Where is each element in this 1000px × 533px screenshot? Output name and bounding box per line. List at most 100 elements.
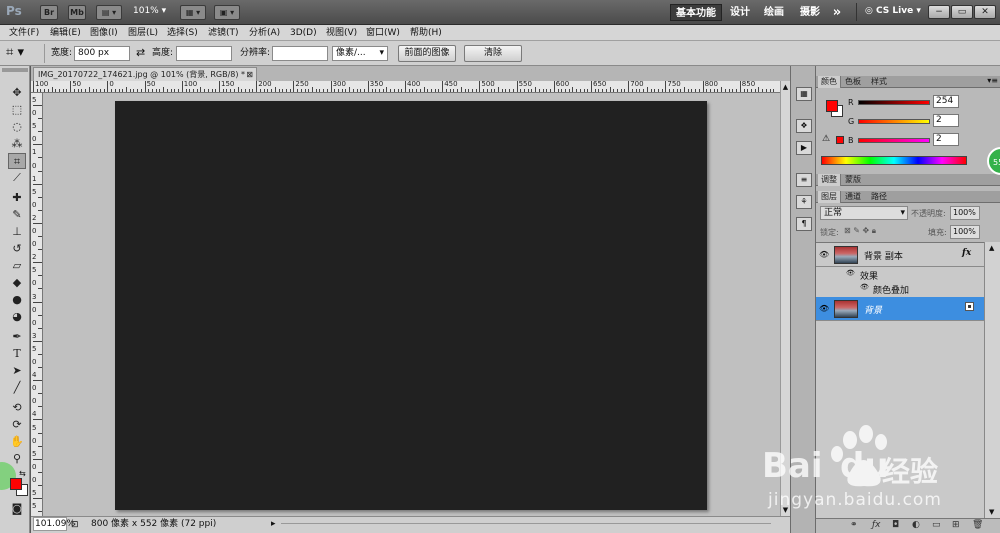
- clone-source-icon[interactable]: ⚘: [796, 195, 812, 209]
- zoom-field[interactable]: 101.09%: [33, 517, 75, 531]
- visibility-eye-icon[interactable]: 👁︎: [819, 250, 829, 259]
- crop-tool-icon[interactable]: ⌗: [8, 153, 26, 169]
- effect-eye-icon[interactable]: 👁︎: [846, 269, 855, 277]
- g-value-input[interactable]: 2: [933, 114, 959, 127]
- layer-row-selected[interactable]: 👁︎ 背景 ▪: [816, 297, 1000, 321]
- tab-color[interactable]: 颜色: [818, 76, 841, 88]
- resolution-unit-select[interactable]: 像素/... ▾: [332, 46, 388, 61]
- link-layers-icon[interactable]: ⚭: [850, 520, 858, 530]
- swap-colors-icon[interactable]: ⇆: [19, 469, 26, 478]
- gamut-color-swatch[interactable]: [836, 136, 844, 144]
- bridge-button[interactable]: Br: [40, 5, 58, 20]
- resolution-input[interactable]: [272, 46, 328, 61]
- visibility-eye-icon[interactable]: 👁︎: [819, 304, 829, 313]
- menu-view[interactable]: 视图(V): [326, 26, 357, 40]
- menu-help[interactable]: 帮助(H): [410, 26, 442, 40]
- image-canvas[interactable]: [115, 101, 707, 510]
- blend-mode-select[interactable]: 正常 ▾: [820, 206, 908, 220]
- menu-filter[interactable]: 滤镜(T): [208, 26, 239, 40]
- tab-channels[interactable]: 通道: [842, 191, 864, 203]
- 3d-rotate-tool-icon[interactable]: ⟲: [8, 400, 26, 416]
- mini-bridge-button[interactable]: Mb: [68, 5, 86, 20]
- menu-image[interactable]: 图像(I): [90, 26, 118, 40]
- move-tool-icon[interactable]: ✥: [8, 85, 26, 101]
- eyedropper-tool-icon[interactable]: ⟋: [8, 170, 26, 186]
- pen-tool-icon[interactable]: ✒: [8, 329, 26, 345]
- tab-masks[interactable]: 蒙版: [842, 174, 864, 186]
- layer-name[interactable]: 背景: [864, 303, 882, 316]
- clear-button[interactable]: 清除: [464, 45, 522, 62]
- r-value-input[interactable]: 254: [933, 95, 959, 108]
- history-icon[interactable]: ❖: [796, 119, 812, 133]
- menu-edit[interactable]: 编辑(E): [50, 26, 81, 40]
- paint-bucket-tool-icon[interactable]: ◆: [8, 275, 26, 291]
- horizontal-scrollbar[interactable]: [281, 523, 771, 527]
- clone-stamp-tool-icon[interactable]: ⊥: [8, 224, 26, 240]
- effect-item-row[interactable]: 👁︎ 颜色叠加: [816, 282, 984, 296]
- menu-file[interactable]: 文件(F): [9, 26, 39, 40]
- dodge-tool-icon[interactable]: ◕: [8, 309, 26, 325]
- vertical-ruler[interactable]: 5 0 5 0 1 0 1 5 0 2 0 0 2 5 0 3 0 0 3 5 0 4 0 0 4 5 0 5 0 0 5 5: [31, 93, 43, 516]
- paragraph-icon[interactable]: ¶: [796, 217, 812, 231]
- adjustment-layer-icon[interactable]: ◐: [912, 520, 920, 530]
- 3d-orbit-tool-icon[interactable]: ⟳: [8, 417, 26, 433]
- lasso-tool-icon[interactable]: ◌: [8, 119, 26, 135]
- height-input[interactable]: [176, 46, 232, 61]
- restore-button[interactable]: ▭: [951, 5, 973, 19]
- add-mask-icon[interactable]: ◘: [892, 520, 899, 530]
- workspace-photography[interactable]: 摄影: [796, 4, 824, 21]
- quick-select-tool-icon[interactable]: ⁂: [8, 136, 26, 152]
- g-slider[interactable]: [858, 119, 930, 124]
- zoom-level-dropdown[interactable]: 101% ▾: [133, 6, 166, 16]
- minimize-button[interactable]: −: [928, 5, 950, 19]
- tab-styles[interactable]: 样式: [868, 76, 890, 88]
- panel-menu-icon[interactable]: ▾≡: [987, 76, 998, 85]
- workspace-painting[interactable]: 绘画: [760, 4, 788, 21]
- screen-mode-button[interactable]: ▣ ▾: [214, 5, 240, 20]
- canvas-area[interactable]: [43, 93, 780, 516]
- line-tool-icon[interactable]: ╱: [8, 380, 26, 396]
- menu-analysis[interactable]: 分析(A): [249, 26, 280, 40]
- tab-adjustments[interactable]: 调整: [818, 174, 841, 186]
- history-brush-tool-icon[interactable]: ↺: [8, 241, 26, 257]
- gamut-warning-icon[interactable]: ⚠: [822, 134, 830, 144]
- b-slider[interactable]: [858, 138, 930, 143]
- tab-layers[interactable]: 图层: [818, 191, 841, 203]
- hand-tool-icon[interactable]: ✋: [8, 434, 26, 450]
- scroll-up-icon[interactable]: ▲: [781, 83, 790, 91]
- new-group-icon[interactable]: ▭: [932, 520, 941, 530]
- b-value-input[interactable]: 2: [933, 133, 959, 146]
- workspace-design[interactable]: 设计: [726, 4, 754, 21]
- menu-window[interactable]: 窗口(W): [366, 26, 400, 40]
- view-extras-button[interactable]: ▤ ▾: [96, 5, 122, 20]
- arrange-documents-button[interactable]: ▦ ▾: [180, 5, 206, 20]
- status-info-icon[interactable]: ⊡: [71, 518, 79, 533]
- horizontal-ruler[interactable]: 100 50 0 50 100 150 200 250 300 350 400 450 500 550 60…: [31, 81, 780, 93]
- layer-name[interactable]: 背景 副本: [864, 249, 903, 262]
- navigator-icon[interactable]: ▦: [796, 87, 812, 101]
- blur-tool-icon[interactable]: ●: [8, 292, 26, 308]
- close-button[interactable]: ✕: [974, 5, 996, 19]
- crop-tool-preset-icon[interactable]: ⌗ ▾: [6, 45, 24, 60]
- add-style-icon[interactable]: ƒx: [872, 520, 881, 530]
- menu-layer[interactable]: 图层(L): [128, 26, 158, 40]
- color-panel-foreground-swatch[interactable]: [826, 100, 838, 112]
- delete-layer-icon[interactable]: 🗑︎: [972, 520, 983, 530]
- status-menu-arrow-icon[interactable]: ▸: [271, 517, 276, 532]
- tab-swatches[interactable]: 色板: [842, 76, 864, 88]
- color-spectrum-bar[interactable]: [821, 156, 967, 165]
- menu-3d[interactable]: 3D(D): [290, 26, 317, 40]
- tab-paths[interactable]: 路径: [868, 191, 890, 203]
- workspace-essentials[interactable]: 基本功能: [670, 4, 722, 21]
- front-image-button[interactable]: 前面的图像: [398, 45, 456, 62]
- quick-mask-icon[interactable]: ◙: [8, 501, 26, 517]
- opacity-input[interactable]: 100%: [950, 206, 980, 220]
- effect-item-eye-icon[interactable]: 👁︎: [860, 283, 869, 291]
- tools-grip[interactable]: [2, 68, 28, 72]
- layer-effects-fx-icon[interactable]: fx: [962, 248, 971, 258]
- new-layer-icon[interactable]: ⊞: [952, 520, 960, 530]
- close-document-icon[interactable]: ⊠: [246, 68, 253, 81]
- width-input[interactable]: 800 px: [74, 46, 130, 61]
- fill-input[interactable]: 100%: [950, 225, 980, 239]
- lock-icons[interactable]: ⊠ ✎ ✥ 🔒︎: [844, 226, 876, 236]
